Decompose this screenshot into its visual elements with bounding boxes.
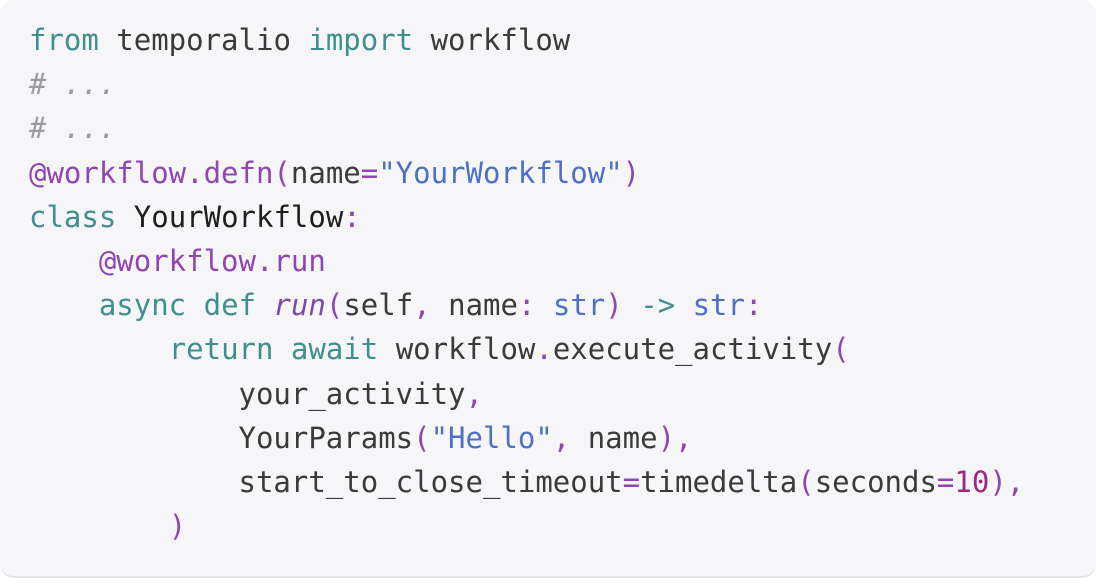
code-token: async <box>98 288 187 323</box>
code-line: start_to_close_timeout=timedelta(seconds… <box>29 460 1096 504</box>
code-token: workflow <box>413 23 571 57</box>
code-token: execute_activity <box>552 332 833 367</box>
code-token: . <box>535 332 553 367</box>
code-token: @workflow.defn( <box>29 155 291 190</box>
code-token: ( <box>325 288 344 323</box>
code-token: name <box>587 420 658 455</box>
code-token: ), <box>657 420 693 455</box>
code-token: ) <box>622 155 641 190</box>
code-token: import <box>308 23 414 57</box>
code-token: # ... <box>29 67 117 102</box>
code-token: : <box>343 199 361 234</box>
code-line: @workflow.defn(name="YourWorkflow") <box>29 151 1096 195</box>
code-token: "Hello" <box>430 420 553 455</box>
code-token: : <box>517 288 553 323</box>
code-token: seconds <box>814 464 937 499</box>
code-line: # ... <box>29 106 1096 150</box>
code-token: workflow <box>378 332 536 367</box>
code-token: ), <box>989 464 1025 499</box>
code-token: -> <box>640 288 676 323</box>
code-line: from temporalio import workflow <box>29 18 1096 62</box>
code-token: run <box>273 288 326 323</box>
code-token: temporalio <box>98 23 309 57</box>
code-line: YourParams("Hello", name), <box>29 416 1096 460</box>
code-token: name <box>448 288 518 323</box>
code-token: def <box>203 288 257 323</box>
code-line: async def run(self, name: str) -> str: <box>29 283 1096 327</box>
code-token: your_activity <box>29 376 466 411</box>
code-token: ) <box>168 509 187 544</box>
code-token: ( <box>413 420 431 455</box>
code-token: YourWorkflow <box>116 199 344 234</box>
code-token: name <box>290 155 361 190</box>
code-line: class YourWorkflow: <box>29 195 1096 239</box>
code-token: , <box>413 288 449 323</box>
code-line: ) <box>29 504 1096 548</box>
code-token: timedelta <box>640 464 798 499</box>
code-token: = <box>936 464 955 499</box>
code-token: self <box>343 288 414 323</box>
code-line: your_activity, <box>29 372 1096 416</box>
code-token: , <box>552 420 588 455</box>
code-token: : <box>744 288 763 323</box>
code-token: return <box>168 332 274 367</box>
code-token: from <box>29 23 99 57</box>
code-token: ) <box>605 288 641 323</box>
code-token: start_to_close_timeout <box>29 464 623 499</box>
code-listing: from temporalio import workflow # ... # ..… <box>29 18 1096 548</box>
code-token: "YourWorkflow" <box>378 155 623 190</box>
code-block: from temporalio import workflow # ... # ..… <box>0 0 1096 578</box>
code-token: class <box>29 199 117 234</box>
code-token: @workflow.run <box>98 243 326 278</box>
code-token: # ... <box>29 111 117 146</box>
code-token: , <box>465 376 483 411</box>
code-token: = <box>622 464 641 499</box>
code-token: = <box>360 155 379 190</box>
code-token: str <box>552 288 606 323</box>
code-token: ( <box>832 332 850 367</box>
code-token: str <box>692 288 745 323</box>
code-token: 10 <box>954 464 990 499</box>
code-token: YourParams <box>29 420 414 455</box>
code-line: @workflow.run <box>29 239 1096 283</box>
code-token: await <box>290 332 379 367</box>
code-token: ( <box>797 464 815 499</box>
code-line: return await workflow.execute_activity( <box>29 327 1096 371</box>
code-line: # ... <box>29 62 1096 106</box>
